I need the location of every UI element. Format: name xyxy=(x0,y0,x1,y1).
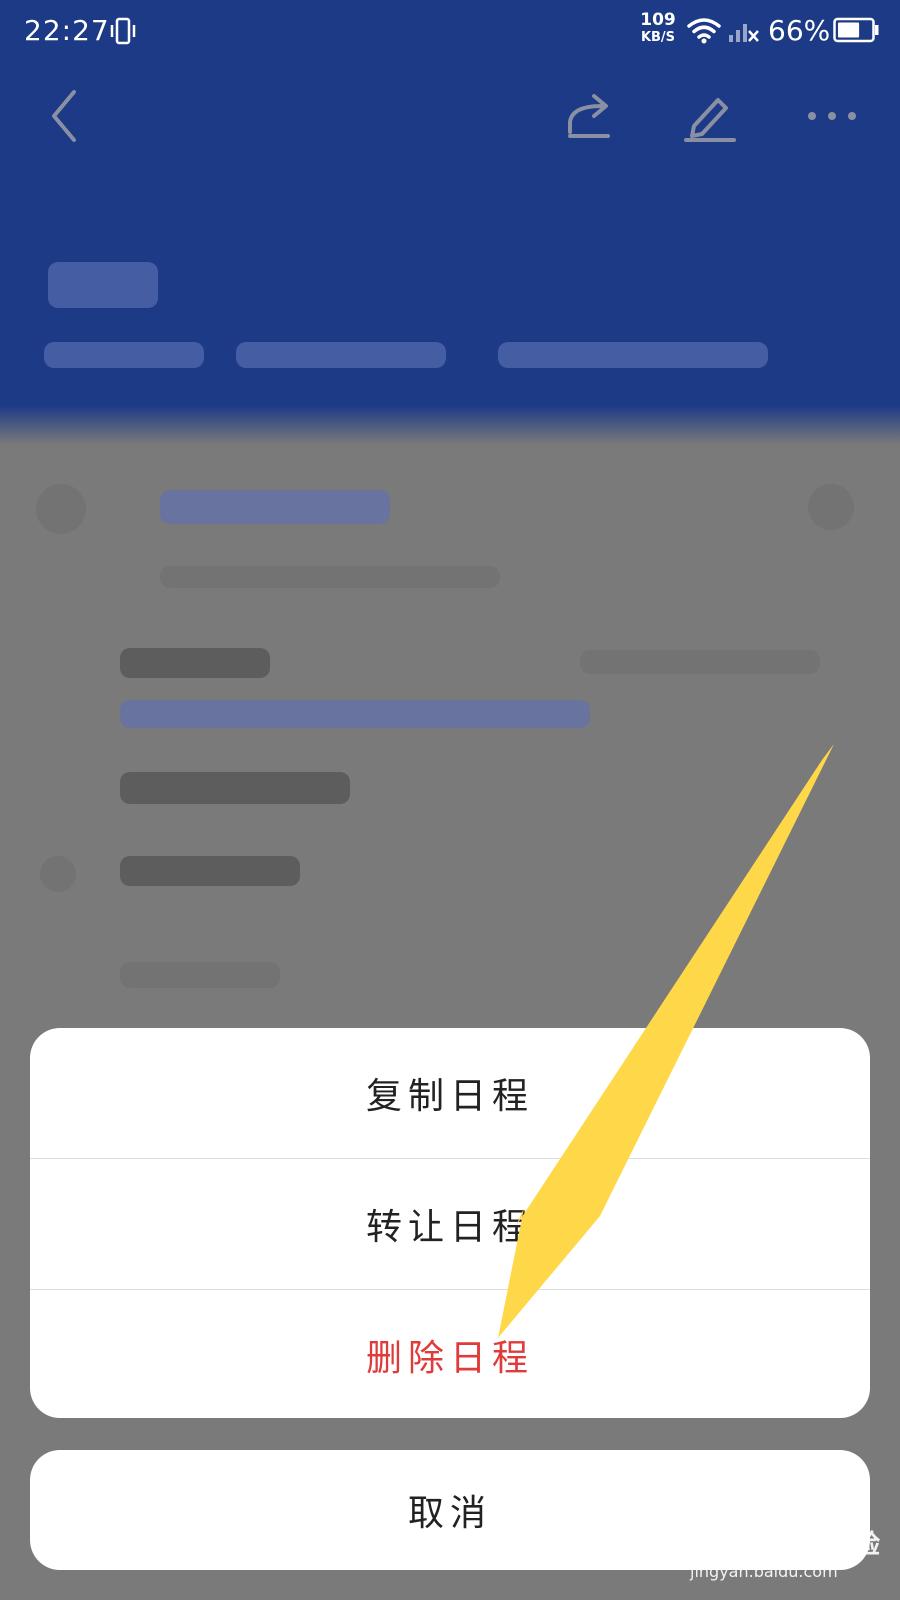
blurred-avatar xyxy=(36,484,86,534)
network-speed-unit: KB/S xyxy=(640,30,676,45)
action-sheet: 复制日程 转让日程 删除日程 xyxy=(30,1028,870,1418)
blurred-subtitle xyxy=(236,342,446,368)
network-speed: 109 KB/S xyxy=(636,12,680,48)
transfer-schedule-label: 转让日程 xyxy=(365,1207,534,1248)
transfer-schedule-option[interactable]: 转让日程 xyxy=(30,1159,870,1289)
baidu-jingyan-watermark: Baidu 经验 jingyan.baidu.com xyxy=(690,1522,890,1592)
status-time: 22:27 xyxy=(24,14,110,47)
blurred-label xyxy=(120,772,350,804)
signal-no-service-icon xyxy=(729,24,759,42)
blurred-text xyxy=(580,650,820,674)
blurred-link xyxy=(120,700,590,728)
battery-icon xyxy=(833,17,879,43)
watermark-brand: 经验 xyxy=(828,1530,881,1560)
blurred-text xyxy=(160,566,500,588)
pencil-icon[interactable] xyxy=(680,86,740,146)
cancel-label: 取消 xyxy=(407,1493,492,1534)
header-fade xyxy=(0,405,900,445)
blurred-subtitle xyxy=(44,342,204,368)
paw-icon xyxy=(797,1525,824,1550)
wifi-icon xyxy=(687,18,721,44)
status-bar: 22:27 109 KB/S 66% xyxy=(0,0,900,64)
battery-percent: 66% xyxy=(768,14,831,47)
blurred-icon xyxy=(40,856,76,892)
blurred-subtitle xyxy=(498,342,768,368)
blurred-label xyxy=(120,962,280,988)
share-icon[interactable] xyxy=(562,86,622,146)
network-speed-value: 109 xyxy=(640,10,676,30)
blurred-label xyxy=(120,856,300,886)
watermark-url: jingyan.baidu.com xyxy=(690,1562,838,1581)
chevron-left-icon[interactable] xyxy=(36,86,96,146)
blurred-tag xyxy=(160,490,390,524)
delete-schedule-option[interactable]: 删除日程 xyxy=(30,1290,870,1418)
copy-schedule-label: 复制日程 xyxy=(365,1076,534,1117)
watermark-logo: Baidu xyxy=(690,1522,774,1555)
delete-schedule-label: 删除日程 xyxy=(365,1338,534,1379)
vibrate-icon xyxy=(110,17,136,45)
more-horizontal-icon[interactable] xyxy=(804,86,864,146)
copy-schedule-option[interactable]: 复制日程 xyxy=(30,1028,870,1158)
blurred-icon xyxy=(808,484,854,530)
blurred-title xyxy=(48,262,158,308)
blurred-label xyxy=(120,648,270,678)
